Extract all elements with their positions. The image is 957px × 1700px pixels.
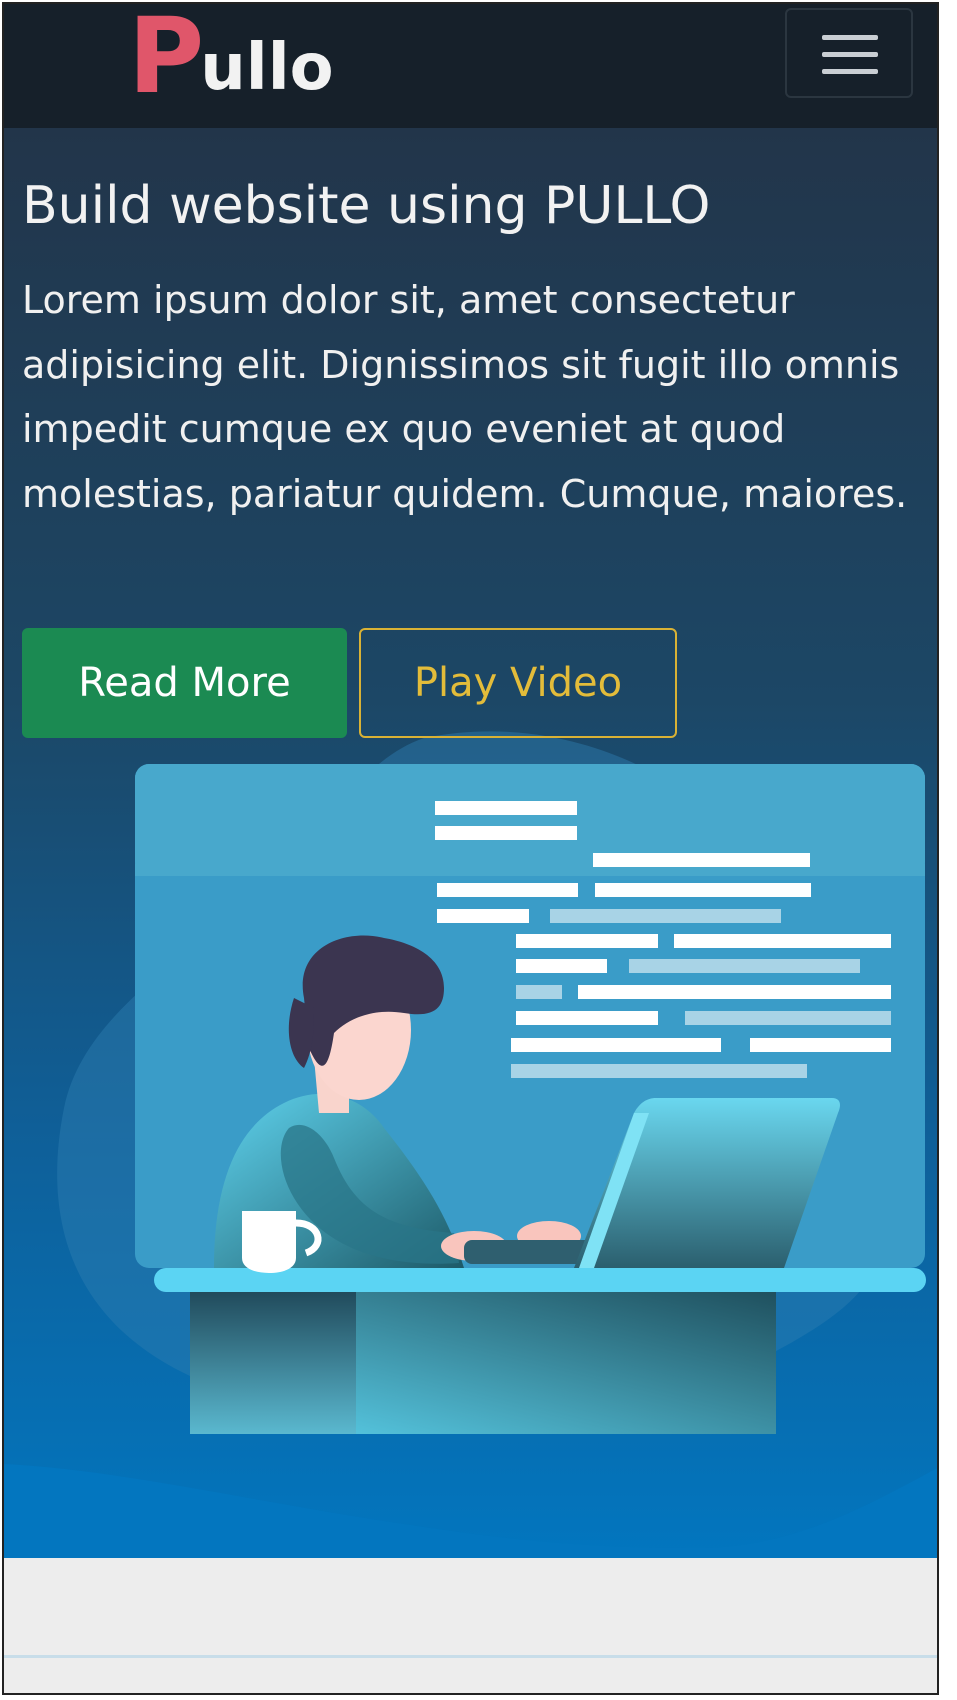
menu-bar-top bbox=[822, 35, 878, 40]
logo-initial: P bbox=[128, 2, 205, 117]
read-more-button[interactable]: Read More bbox=[22, 628, 347, 738]
browser-viewport: P ullo Build website using PULLO Lorem i… bbox=[2, 2, 939, 1695]
hero-section: Build website using PULLO Lorem ipsum do… bbox=[4, 128, 937, 1558]
hero-description: Lorem ipsum dolor sit, amet consectetur … bbox=[22, 278, 908, 516]
hamburger-menu-icon[interactable] bbox=[785, 8, 913, 98]
section-divider bbox=[4, 1655, 937, 1658]
brand-logo[interactable]: P ullo bbox=[128, 2, 334, 117]
play-video-button[interactable]: Play Video bbox=[359, 628, 677, 738]
menu-bar-bottom bbox=[822, 69, 878, 74]
hero-title: Build website using PULLO bbox=[22, 176, 711, 236]
navbar: P ullo bbox=[4, 2, 937, 128]
logo-text: ullo bbox=[200, 31, 334, 105]
menu-bar-middle bbox=[822, 52, 878, 57]
